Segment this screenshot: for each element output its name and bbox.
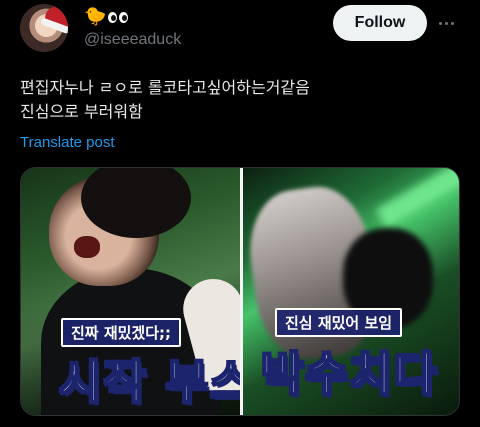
more-dots-icon[interactable]: [434, 11, 458, 35]
motion-blur-shape: [375, 168, 459, 229]
user-handle[interactable]: @iseeeaduck: [84, 31, 181, 49]
tweet-post: 🐤 @iseeeaduck Follow 편집자누나 ㄹㅇ로 롤코타고싶어하는거…: [0, 0, 480, 427]
caption-small-left: 진짜 재밌겠다;;: [61, 318, 182, 347]
avatar[interactable]: [20, 4, 68, 52]
media-image-right[interactable]: 진심 재밌어 보임 박수치다: [243, 168, 459, 415]
eyes-emoji-icon: [108, 11, 129, 23]
follow-button[interactable]: Follow: [333, 5, 427, 41]
media-attachment[interactable]: 진짜 재밌겠다;; 시작 부스 진심 재밌어 보임 박수치다: [20, 167, 460, 416]
chick-emoji-icon: 🐤: [84, 6, 107, 27]
display-name[interactable]: 🐤: [84, 6, 129, 28]
caption-big-right: 박수치다: [260, 346, 439, 402]
santa-hat-icon: [43, 4, 68, 30]
caption-small-right: 진심 재밌어 보임: [275, 308, 403, 337]
translate-post-link[interactable]: Translate post: [20, 134, 115, 151]
media-image-left[interactable]: 진짜 재밌겠다;; 시작 부스: [21, 168, 240, 415]
post-text: 편집자누나 ㄹㅇ로 롤코타고싶어하는거같음 진심으로 부러워함: [20, 78, 310, 121]
caption-big-left: 시작 부스: [58, 354, 240, 410]
